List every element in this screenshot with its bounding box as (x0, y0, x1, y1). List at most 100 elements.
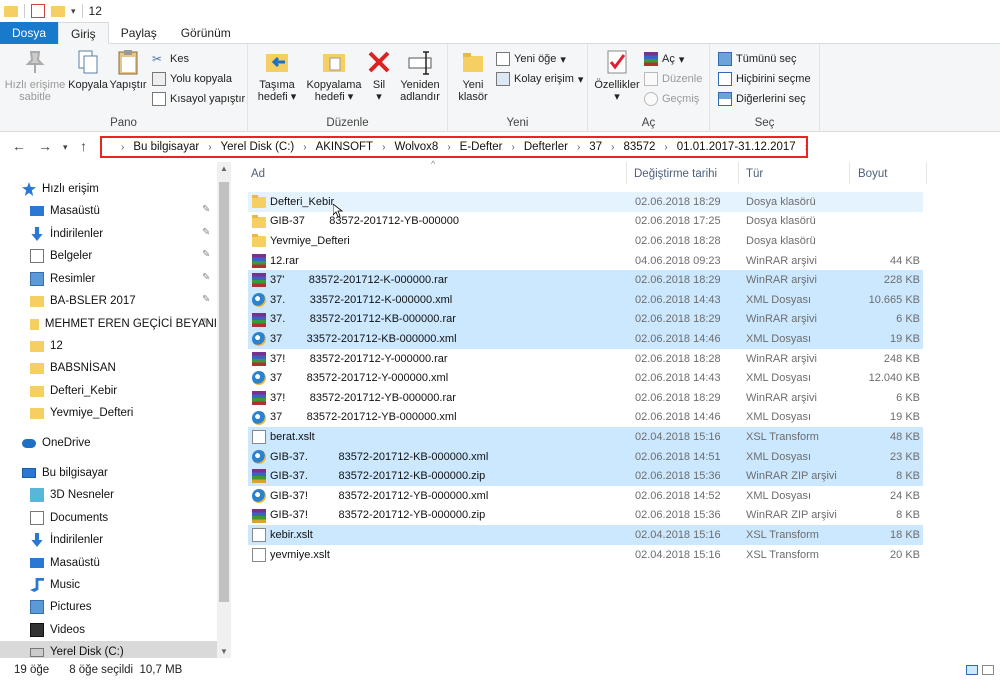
file-row[interactable]: 37! 83572-201712-YB-000000.rar 02.06.2018… (248, 388, 923, 408)
properties-icon[interactable] (31, 4, 45, 18)
cut-button[interactable]: ✂ Kes (152, 50, 189, 68)
new-folder-button[interactable]: Yeni klasör (452, 48, 494, 103)
file-row[interactable]: 37' 83572-201712-K-000000.rar 02.06.2018 … (248, 270, 923, 290)
file-row[interactable]: 37 83572-201712-Y-000000.xml 02.06.2018 1… (248, 368, 923, 388)
large-icons-view-icon[interactable] (982, 664, 994, 675)
sidebar-item[interactable]: BABSNİSAN (0, 357, 217, 379)
breadcrumb-item[interactable]: Yerel Disk (C:) (221, 141, 295, 153)
sidebar-item[interactable]: Pictures (0, 596, 217, 618)
sidebar-item[interactable]: Yevmiye_Defteri (0, 402, 217, 424)
breadcrumb-item[interactable]: Defterler (524, 141, 568, 153)
file-row[interactable]: yevmiye.xslt 02.04.2018 15:16 XSL Transfor… (248, 545, 923, 565)
tab-file[interactable]: Dosya (0, 22, 59, 44)
move-to-button[interactable]: Taşıma hedefi ▾ (252, 48, 302, 103)
copy-path-button[interactable]: Yolu kopyala (152, 70, 232, 88)
breadcrumb-item[interactable]: 01.01.2017-31.12.2017 (677, 141, 796, 153)
sidebar-item[interactable]: Videos (0, 619, 217, 641)
tab-share[interactable]: Paylaş (109, 22, 169, 44)
file-row[interactable]: GIB-37! 83572-201712-YB-000000.xml 02.06.… (248, 486, 923, 506)
qat-dropdown-icon[interactable]: ▾ (71, 6, 76, 17)
file-row[interactable]: GIB-37 83572-201712-YB-000000 02.06.2018 … (248, 212, 923, 232)
breadcrumb-item[interactable]: E-Defter (460, 141, 503, 153)
breadcrumb-separator-icon[interactable]: › (121, 142, 124, 153)
paste-shortcut-button[interactable]: Kısayol yapıştır (152, 90, 245, 108)
file-row[interactable]: GIB-37. 83572-201712-KB-000000.xml 02.06.… (248, 446, 923, 467)
copy-button[interactable]: Kopyala (68, 48, 108, 91)
column-header-date[interactable]: Değiştirme tarihi (634, 162, 717, 186)
breadcrumb-separator-icon[interactable]: › (664, 142, 667, 153)
column-header-type[interactable]: Tür (746, 162, 763, 186)
navigation-scrollbar[interactable]: ▲ ▼ (217, 162, 231, 658)
breadcrumb-separator-icon[interactable]: › (382, 142, 385, 153)
column-header-name[interactable]: Ad (251, 162, 265, 186)
select-none-button[interactable]: Hiçbirini seçme (718, 70, 811, 88)
sidebar-item[interactable]: Yerel Disk (C:) (0, 641, 217, 658)
sidebar-item[interactable]: Resimler ✎ (0, 268, 217, 290)
file-row[interactable]: 37 33572-201712-KB-000000.xml 02.06.2018 … (248, 329, 923, 349)
breadcrumb-separator-icon[interactable]: › (303, 142, 306, 153)
pin-quick-access-button[interactable]: Hızlı erişime sabitle (4, 48, 66, 103)
breadcrumb-separator-icon[interactable]: › (805, 142, 806, 153)
new-folder-icon[interactable] (51, 5, 65, 17)
column-divider[interactable] (626, 162, 627, 184)
file-row[interactable]: GIB-37. 83572-201712-KB-000000.zip 02.06.… (248, 466, 923, 486)
rename-button[interactable]: Yeniden adlandır (396, 48, 444, 103)
breadcrumb-separator-icon[interactable]: › (208, 142, 211, 153)
sidebar-item[interactable]: 3D Nesneler (0, 484, 217, 506)
breadcrumb-separator-icon[interactable]: › (447, 142, 450, 153)
delete-button[interactable]: Sil ▾ (364, 48, 394, 103)
sidebar-item[interactable]: Bu bilgisayar (0, 462, 217, 484)
scroll-down-icon[interactable]: ▼ (220, 647, 228, 656)
up-arrow-icon[interactable]: ↑ (80, 138, 87, 154)
file-row[interactable]: 12.rar 04.06.2018 09:23 WinRAR arşivi 44 KB (248, 251, 923, 271)
sidebar-item[interactable]: İndirilenler (0, 529, 217, 551)
file-row[interactable]: 37. 33572-201712-K-000000.xml 02.06.2018 … (248, 290, 923, 310)
sidebar-item[interactable]: BA-BSLER 2017 ✎ (0, 290, 217, 312)
breadcrumb-separator-icon[interactable]: › (611, 142, 614, 153)
file-row[interactable]: Yevmiye_Defteri 02.06.2018 18:28 Dosya kla… (248, 231, 923, 251)
invert-selection-button[interactable]: Diğerlerini seç (718, 90, 806, 108)
sidebar-item[interactable]: 12 (0, 335, 217, 357)
new-item-button[interactable]: Yeni öğe ▾ (496, 50, 566, 68)
sidebar-item[interactable]: Masaüstü ✎ (0, 200, 217, 222)
file-row[interactable]: 37! 83572-201712-Y-000000.rar 02.06.2018 … (248, 349, 923, 369)
edit-button[interactable]: Düzenle (644, 70, 702, 88)
breadcrumb-item[interactable]: 37 (589, 141, 602, 153)
forward-arrow-icon[interactable]: → (38, 138, 52, 154)
tab-view[interactable]: Görünüm (169, 22, 243, 44)
scrollbar-thumb[interactable] (219, 182, 229, 602)
sidebar-item[interactable]: MEHMET EREN GEÇİCİ BEYANI ✎ (0, 313, 217, 335)
back-arrow-icon[interactable]: ← (12, 138, 26, 154)
copy-to-button[interactable]: Kopyalama hedefi ▾ (306, 48, 362, 103)
sidebar-item[interactable]: Hızlı erişim (0, 178, 217, 200)
paste-button[interactable]: Yapıştır (108, 48, 148, 91)
column-header-size[interactable]: Boyut (858, 162, 887, 186)
file-row[interactable]: GIB-37! 83572-201712-YB-000000.zip 02.06.… (248, 506, 923, 526)
sidebar-item[interactable]: Masaüstü (0, 552, 217, 574)
sidebar-item[interactable]: Belgeler ✎ (0, 245, 217, 267)
easy-access-button[interactable]: Kolay erişim ▾ (496, 70, 583, 88)
recent-dropdown-icon[interactable]: ▾ (63, 142, 68, 153)
history-button[interactable]: Geçmiş (644, 90, 699, 108)
column-divider[interactable] (738, 162, 739, 184)
breadcrumb-item[interactable]: Bu bilgisayar (133, 141, 199, 153)
breadcrumb-item[interactable]: AKINSOFT (316, 141, 374, 153)
sidebar-item[interactable]: Defteri_Kebir (0, 380, 217, 402)
properties-button[interactable]: Özellikler ▾ (592, 48, 642, 103)
file-row[interactable]: 37 83572-201712-YB-000000.xml 02.06.2018 … (248, 408, 923, 428)
address-bar[interactable]: › Bu bilgisayar › Yerel Disk (C:) › AKINSOFT ›… (100, 136, 808, 158)
tab-home[interactable]: Giriş (58, 22, 109, 44)
select-all-button[interactable]: Tümünü seç (718, 50, 797, 68)
sidebar-item[interactable]: Music (0, 574, 217, 596)
column-divider[interactable] (849, 162, 850, 184)
file-row[interactable]: Defteri_Kebir 02.06.2018 18:29 Dosya klasö… (248, 192, 923, 212)
scroll-up-icon[interactable]: ▲ (220, 164, 228, 173)
sidebar-item[interactable]: OneDrive (0, 432, 217, 454)
breadcrumb-separator-icon[interactable]: › (512, 142, 515, 153)
breadcrumb-separator-icon[interactable]: › (577, 142, 580, 153)
breadcrumb-item[interactable]: 83572 (623, 141, 655, 153)
file-row[interactable]: berat.xslt 02.04.2018 15:16 XSL Transform 4… (248, 427, 923, 447)
file-row[interactable]: 37. 83572-201712-KB-000000.rar 02.06.2018… (248, 309, 923, 330)
breadcrumb-item[interactable]: Wolvox8 (394, 141, 438, 153)
file-row[interactable]: kebir.xslt 02.04.2018 15:16 XSL Transform 1… (248, 525, 923, 545)
